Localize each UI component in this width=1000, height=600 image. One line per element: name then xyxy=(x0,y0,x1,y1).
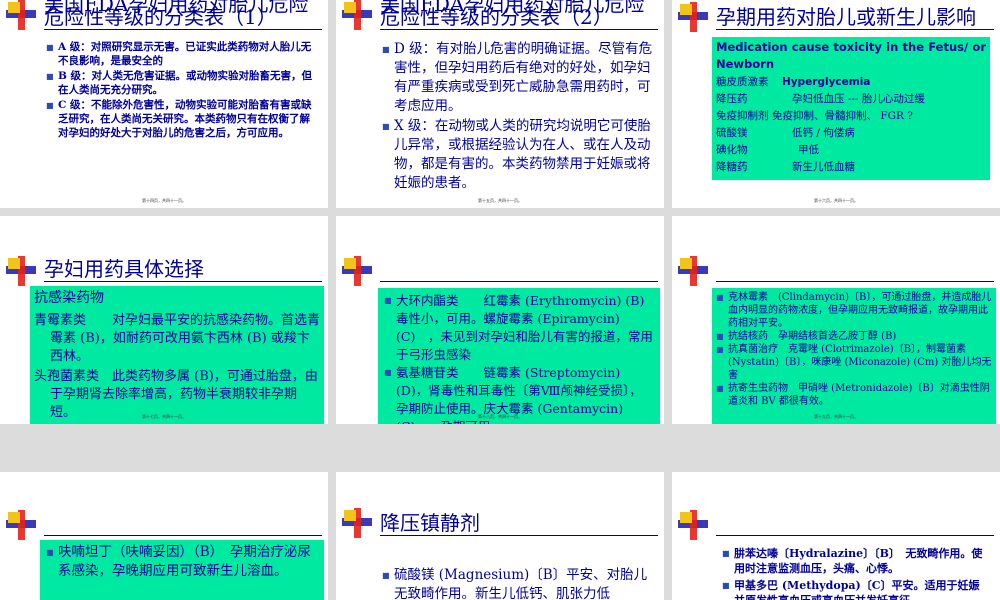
title-rule xyxy=(380,281,658,282)
slide-4[interactable]: 孕妇用药具体选择 抗感染药物 青霉素类 对孕妇最平安的抗感染药物。首选青霉素 (… xyxy=(0,216,328,424)
slide-title: 孕期用药对胎儿或新生儿影响 xyxy=(716,6,994,30)
list-item: ■ A 级：对照研究显示无害。已证实此类药物对人胎儿无不良影响，是最安全的 xyxy=(46,41,312,67)
bullet-list: ■ 克林霉素 (Clindamycin)〔B〕，可通过胎盘，并造成胎儿血内明显的药… xyxy=(716,291,992,408)
page-number: 第十八页，共四十一页。 xyxy=(478,414,522,419)
logo-icon xyxy=(342,256,376,286)
logo-icon xyxy=(678,256,712,286)
bullet-list: ■ 肼苯达嗪〔Hydralazine〕〔B〕 无致畸作用。使用时注意监测血压，头痛… xyxy=(722,546,990,600)
bullet-list: ■ A 级：对照研究显示无害。已证实此类药物对人胎儿无不良影响，是最安全的 ■ B … xyxy=(46,40,320,140)
logo-icon xyxy=(6,510,40,540)
slide-2[interactable]: 美国FDA孕妇用药对胎儿危险 危险性等级的分类表（2） ■ D 级：有对胎儿危害的… xyxy=(336,0,664,208)
content-box: ■ 呋喃坦丁（呋喃妥因）（B） 孕期治疗泌尿系感染，孕晚期应用可致新生儿溶血。 xyxy=(40,540,324,600)
list-item: ■ 克林霉素 (Clindamycin)〔B〕，可通过胎盘，并造成胎儿血内明显的药… xyxy=(716,292,992,329)
slide-title: 降压镇静剂 xyxy=(380,512,658,536)
slide-title: 危险性等级的分类表（2） xyxy=(380,6,658,30)
drug-effect-table: Medication cause toxicity in the Fetus/ … xyxy=(712,37,990,180)
bullet-list: ■ 大环内酯类 红霉素 (Erythromycin) (B) 毒性小，可用。螺旋霉… xyxy=(384,292,657,424)
table-row: 降糖药 新生儿低血糖 xyxy=(716,161,855,173)
logo-icon xyxy=(6,0,40,30)
page-number: 第十九页，共四十一页。 xyxy=(814,414,858,419)
title-rule xyxy=(716,281,994,282)
table-row: 糖皮质激素 Hyperglycemia xyxy=(716,76,871,88)
logo-icon xyxy=(6,256,40,286)
paragraph: 青霉素类 对孕妇最平安的抗感染药物。首选青霉素 (B)，如耐药可改用氨卞西林 (… xyxy=(34,313,321,364)
list-item: ■ X 级：在动物或人类的研究均说明它可使胎儿异常，或根据经验认为在人、或在人及动… xyxy=(382,118,651,191)
logo-icon xyxy=(342,508,376,538)
list-item: ■ 抗真菌治疗 克霉唑 (Clotrimazole)〔B〕，制霉菌素 (Nysta… xyxy=(716,344,992,381)
logo-icon xyxy=(342,0,376,30)
slide-title: 危险性等级的分类表（1） xyxy=(44,6,322,30)
slide-6[interactable]: ■ 克林霉素 (Clindamycin)〔B〕，可通过胎盘，并造成胎儿血内明显的药… xyxy=(672,216,1000,424)
slide-8[interactable]: 降压镇静剂 ■ 硫酸镁 (Magnesium)〔B〕平安、对胎儿无致畸作用。新生儿… xyxy=(336,472,664,600)
logo-icon xyxy=(678,510,712,540)
list-item: ■ 抗结核药 孕期结核首选乙胺丁醇 (B) xyxy=(716,331,897,342)
list-item: ■甲基多巴 (Methydopa)〔C〕平安。适用于妊娠并原发性高血压或高血压并… xyxy=(722,579,980,600)
list-item: ■ 抗寄生虫药物 甲硝唑 (Metronidazole)〔B〕对滴虫性阴道炎和 B… xyxy=(716,383,990,407)
title-rule xyxy=(44,535,322,536)
table-row: 降压药 孕妇低血压 --- 胎儿心动过缓 xyxy=(716,93,925,105)
table-header: Medication cause toxicity in the Fetus/ … xyxy=(716,40,986,71)
bullet-list: ■ 呋喃坦丁（呋喃妥因）（B） 孕期治疗泌尿系感染，孕晚期应用可致新生儿溶血。 xyxy=(46,543,318,581)
bullet-list: ■ 硫酸镁 (Magnesium)〔B〕平安、对胎儿无致畸作用。新生儿低钙、肌张力… xyxy=(382,566,654,600)
content-box: 抗感染药物 青霉素类 对孕妇最平安的抗感染药物。首选青霉素 (B)，如耐药可改用… xyxy=(30,286,324,424)
list-item: ■ 呋喃坦丁（呋喃妥因）（B） 孕期治疗泌尿系感染，孕晚期应用可致新生儿溶血。 xyxy=(46,544,311,579)
list-item: ■ B 级：对人类无危害证据。或动物实验对胎畜无害，但在人类尚无充分研究。 xyxy=(46,70,313,96)
list-item: ■ 大环内酯类 红霉素 (Erythromycin) (B) 毒性小，可用。螺旋霉… xyxy=(384,293,657,362)
logo-icon xyxy=(678,2,712,32)
list-item: ■ D 级：有对胎儿危害的明确证据。尽管有危害性，但孕妇用药后有绝对的好处，如孕妇… xyxy=(382,41,653,114)
content-box: ■ 克林霉素 (Clindamycin)〔B〕，可通过胎盘，并造成胎儿血内明显的药… xyxy=(712,288,996,424)
title-rule xyxy=(716,535,994,536)
page-number: 第十五页，共四十一页。 xyxy=(478,198,522,203)
slide-3[interactable]: 孕期用药对胎儿或新生儿影响 Medication cause toxicity … xyxy=(672,0,1000,208)
slide-9[interactable]: ■ 肼苯达嗪〔Hydralazine〕〔B〕 无致畸作用。使用时注意监测血压，头痛… xyxy=(672,472,1000,600)
list-item: ■ 肼苯达嗪〔Hydralazine〕〔B〕 无致畸作用。使用时注意监测血压，头痛… xyxy=(722,547,983,575)
slide-7[interactable]: ■ 呋喃坦丁（呋喃妥因）（B） 孕期治疗泌尿系感染，孕晚期应用可致新生儿溶血。 xyxy=(0,472,328,600)
section-heading: 抗感染药物 xyxy=(34,290,104,306)
list-item: ■ C 级：不能除外危害性，动物实验可能对胎畜有害或缺乏研究，在人类尚无关研究。本… xyxy=(46,99,312,139)
slide-1[interactable]: 美国FDA孕妇用药对胎儿危险 危险性等级的分类表（1） ■ A 级：对照研究显示无… xyxy=(0,0,328,208)
page-number: 第十六页，共四十一页。 xyxy=(814,198,858,203)
table-row: 免疫抑制剂 免疫抑制、骨髓抑制、 FGR ? xyxy=(716,110,913,122)
content-box: ■ 大环内酯类 红霉素 (Erythromycin) (B) 毒性小，可用。螺旋霉… xyxy=(378,288,660,424)
table-row: 碘化物 甲低 xyxy=(716,144,819,156)
bullet-list: ■ D 级：有对胎儿危害的明确证据。尽管有危害性，但孕妇用药后有绝对的好处，如孕妇… xyxy=(382,40,656,193)
page-number: 第十四页，共四十一页。 xyxy=(142,198,186,203)
table-rows: 糖皮质激素 Hyperglycemia 降压药 孕妇低血压 --- 胎儿心动过缓 免… xyxy=(716,74,925,176)
list-item: ■ 硫酸镁 (Magnesium)〔B〕平安、对胎儿无致畸作用。新生儿低钙、肌张力… xyxy=(382,567,648,600)
slide-title: 孕妇用药具体选择 xyxy=(44,258,322,282)
slide-5[interactable]: ■ 大环内酯类 红霉素 (Erythromycin) (B) 毒性小，可用。螺旋霉… xyxy=(336,216,664,424)
page-number: 第十七页，共四十一页。 xyxy=(142,414,186,419)
table-row: 硫酸镁 低钙 / 佝偻病 xyxy=(716,127,855,139)
